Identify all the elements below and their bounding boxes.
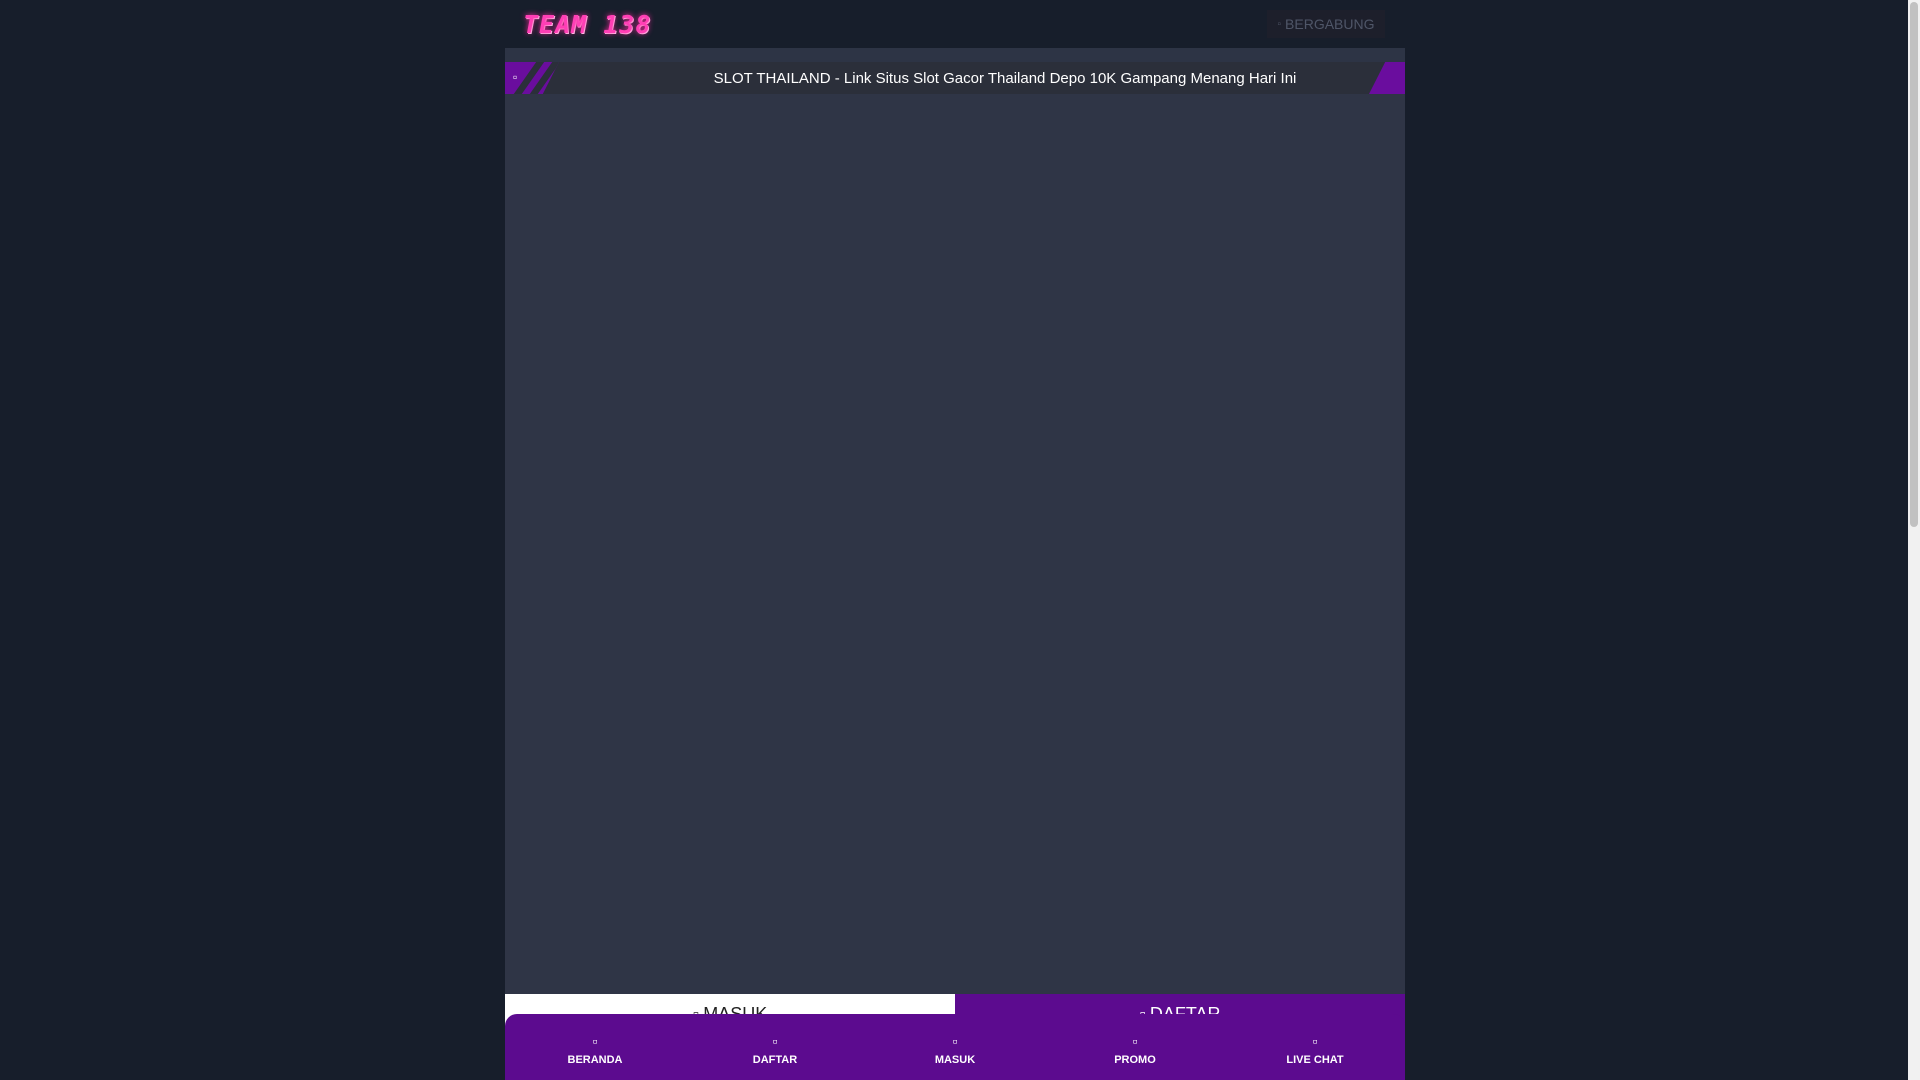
main-banner-area [505, 94, 1405, 994]
home-icon: ▫ [592, 1033, 598, 1049]
announcement-bar: ▫ SLOT THAILAND - Link Situs Slot Gacor … [505, 48, 1405, 94]
nav-item-promo[interactable]: ▫ PROMO [1045, 1014, 1225, 1080]
join-button-label: BERGABUNG [1285, 16, 1375, 32]
site-header: TEAM 138 ▫ BERGABUNG [505, 0, 1405, 48]
nav-item-label: PROMO [1114, 1054, 1156, 1066]
nav-item-beranda[interactable]: ▫ BERANDA [505, 1014, 685, 1080]
nav-item-label: BERANDA [567, 1054, 623, 1066]
nav-item-label: LIVE CHAT [1286, 1054, 1344, 1066]
join-button[interactable]: ▫ BERGABUNG [1267, 10, 1385, 38]
announcement-track: ▫ SLOT THAILAND - Link Situs Slot Gacor … [505, 62, 1405, 94]
user-plus-icon: ▫ [1277, 18, 1282, 30]
login-icon: ▫ [952, 1033, 958, 1049]
register-icon: ▫ [772, 1033, 778, 1049]
nav-item-live-chat[interactable]: ▫ LIVE CHAT [1225, 1014, 1405, 1080]
nav-item-masuk[interactable]: ▫ MASUK [865, 1014, 1045, 1080]
megaphone-icon: ▫ [513, 70, 518, 84]
page-scrollbar[interactable] [1908, 0, 1920, 1080]
nav-item-label: MASUK [934, 1054, 976, 1066]
nav-item-daftar[interactable]: ▫ DAFTAR [685, 1014, 865, 1080]
scrollbar-thumb[interactable] [1910, 2, 1918, 527]
bottom-navigation: ▫ BERANDA ▫ DAFTAR ▫ MASUK ▫ PROMO ▫ LIV… [505, 1014, 1405, 1080]
nav-item-label: DAFTAR [752, 1054, 798, 1066]
site-logo[interactable]: TEAM 138 [523, 10, 651, 39]
chat-icon: ▫ [1312, 1033, 1318, 1049]
announcement-text: SLOT THAILAND - Link Situs Slot Gacor Th… [713, 69, 1297, 87]
gift-icon: ▫ [1132, 1033, 1138, 1049]
